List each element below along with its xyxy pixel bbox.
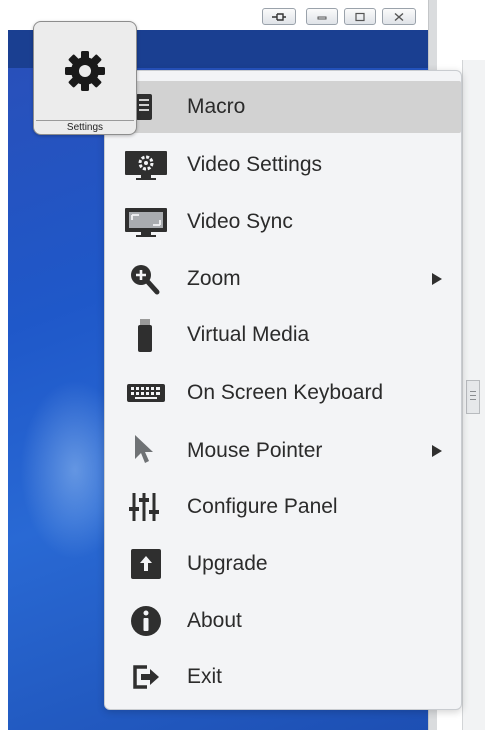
settings-button-label: Settings bbox=[34, 120, 136, 133]
mouse-pointer-icon bbox=[123, 433, 169, 469]
menu-item-video-settings[interactable]: Video Settings bbox=[105, 139, 461, 191]
menu-item-label: Upgrade bbox=[187, 552, 268, 575]
menu-item-label: Video Sync bbox=[187, 210, 293, 233]
scrollbar-thumb[interactable] bbox=[466, 380, 480, 414]
monitor-sync-icon bbox=[123, 204, 169, 240]
menu-item-label: About bbox=[187, 609, 242, 632]
menu-item-configure-panel[interactable]: Configure Panel bbox=[105, 481, 461, 533]
maximize-icon bbox=[355, 12, 365, 21]
menu-item-label: Macro bbox=[187, 95, 246, 118]
zoom-icon bbox=[123, 261, 169, 297]
usb-drive-icon bbox=[123, 317, 169, 353]
sliders-icon bbox=[123, 489, 169, 525]
upgrade-icon bbox=[123, 546, 169, 582]
gear-icon bbox=[62, 48, 108, 99]
minimize-button[interactable] bbox=[306, 8, 338, 25]
menu-item-label: Configure Panel bbox=[187, 495, 338, 518]
settings-button[interactable]: Settings bbox=[33, 21, 137, 135]
info-icon bbox=[123, 603, 169, 639]
menu-item-zoom[interactable]: Zoom bbox=[105, 253, 461, 305]
menu-item-macro[interactable]: Macro bbox=[111, 81, 461, 133]
submenu-arrow-icon bbox=[431, 444, 443, 463]
keyboard-icon bbox=[123, 375, 169, 411]
menu-item-label: Mouse Pointer bbox=[187, 439, 323, 462]
monitor-gear-icon bbox=[123, 147, 169, 183]
exit-icon bbox=[123, 659, 169, 695]
minimize-icon bbox=[317, 16, 327, 19]
close-button[interactable] bbox=[382, 8, 416, 25]
menu-item-label: Exit bbox=[187, 665, 223, 688]
menu-item-exit[interactable]: Exit bbox=[105, 651, 461, 703]
pin-button[interactable] bbox=[262, 8, 296, 25]
menu-item-on-screen-keyboard[interactable]: On Screen Keyboard bbox=[105, 367, 461, 419]
settings-menu: Macro Video Settings Video Sync Zoom Vir… bbox=[104, 70, 462, 710]
menu-item-upgrade[interactable]: Upgrade bbox=[105, 538, 461, 590]
menu-item-label: On Screen Keyboard bbox=[187, 381, 384, 404]
menu-item-label: Video Settings bbox=[187, 153, 323, 176]
submenu-arrow-icon bbox=[431, 272, 443, 291]
menu-item-label: Zoom bbox=[187, 267, 241, 290]
menu-item-mouse-pointer[interactable]: Mouse Pointer bbox=[105, 425, 461, 477]
menu-item-label: Virtual Media bbox=[187, 323, 310, 346]
maximize-button[interactable] bbox=[344, 8, 376, 25]
menu-item-about[interactable]: About bbox=[105, 595, 461, 647]
menu-item-virtual-media[interactable]: Virtual Media bbox=[105, 309, 461, 361]
close-icon bbox=[394, 12, 404, 21]
pin-icon bbox=[272, 12, 286, 21]
menu-item-video-sync[interactable]: Video Sync bbox=[105, 196, 461, 248]
